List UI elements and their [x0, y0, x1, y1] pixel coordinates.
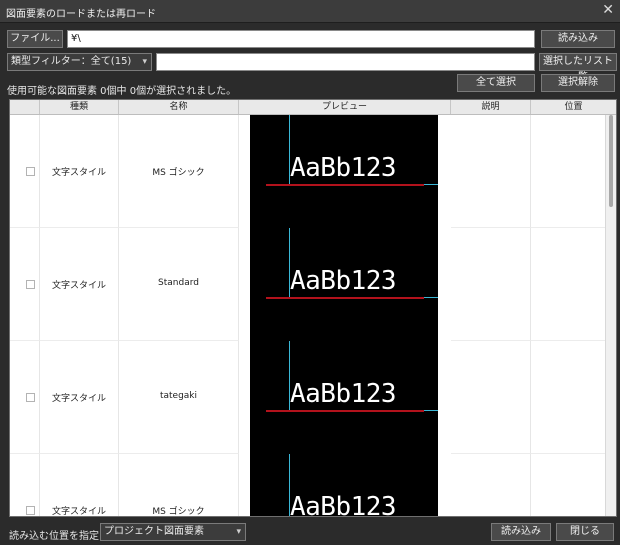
preview-sample-text: AaBb123: [290, 153, 397, 183]
preview-image: AaBb123: [250, 228, 438, 341]
header-description[interactable]: 説明: [451, 100, 531, 114]
position-cell: [531, 454, 606, 516]
table-row[interactable]: 文字スタイル tategaki AaBb123: [10, 341, 606, 454]
header-position[interactable]: 位置: [531, 100, 616, 114]
preview-cell: AaBb123: [239, 115, 451, 228]
window-title: 図面要素のロードまたは再ロード: [6, 9, 156, 20]
description-cell: [451, 454, 531, 516]
name-text: tategaki: [159, 391, 198, 401]
header-name[interactable]: 名称: [119, 100, 239, 114]
type-text: 文字スタイル: [51, 394, 106, 404]
table-header: 種類 名称 プレビュー 説明 位置: [10, 100, 616, 115]
chevron-down-icon: ▾: [142, 57, 147, 67]
preview-cell: AaBb123: [239, 454, 451, 516]
preview-cell: AaBb123: [239, 228, 451, 341]
row-checkbox[interactable]: [26, 393, 35, 402]
position-cell: [531, 341, 606, 454]
name-cell: MS ゴシック: [119, 454, 239, 516]
type-cell: 文字スタイル: [40, 454, 119, 516]
load-button[interactable]: 読み込み: [491, 523, 551, 541]
type-cell: 文字スタイル: [40, 341, 119, 454]
row-checkbox[interactable]: [26, 506, 35, 515]
load-top-button[interactable]: 読み込み: [541, 30, 615, 48]
name-cell: tategaki: [119, 341, 239, 454]
description-cell: [451, 341, 531, 454]
type-text: 文字スタイル: [51, 168, 106, 178]
table-row[interactable]: 文字スタイル MS ゴシック AaBb123: [10, 115, 606, 228]
type-text: 文字スタイル: [51, 281, 106, 291]
preview-cell: AaBb123: [239, 341, 451, 454]
title-bar: 図面要素のロードまたは再ロード ✕: [0, 0, 620, 23]
preview-image: AaBb123: [250, 341, 438, 454]
close-button[interactable]: 閉じる: [556, 523, 614, 541]
header-type[interactable]: 種類: [40, 100, 119, 114]
row-checkbox-cell: [10, 454, 40, 516]
path-field[interactable]: ¥\: [67, 30, 535, 48]
location-label: 読み込む位置を指定: [9, 531, 99, 542]
row-checkbox-cell: [10, 228, 40, 341]
description-cell: [451, 115, 531, 228]
select-all-button[interactable]: 全て選択: [457, 74, 535, 92]
type-cell: 文字スタイル: [40, 115, 119, 228]
type-text: 文字スタイル: [51, 507, 106, 516]
preview-sample-text: AaBb123: [290, 379, 397, 409]
description-cell: [451, 228, 531, 341]
clear-selection-button[interactable]: 選択解除: [541, 74, 615, 92]
preview-image: AaBb123: [250, 454, 438, 516]
preview-image: AaBb123: [250, 115, 438, 228]
location-value: プロジェクト図面要素: [104, 526, 204, 537]
table-body: 文字スタイル MS ゴシック AaBb123 文字スタイル Standard A…: [10, 115, 606, 516]
filter-text-field[interactable]: [156, 53, 535, 71]
row-checkbox-cell: [10, 341, 40, 454]
element-table: 種類 名称 プレビュー 説明 位置 文字スタイル MS ゴシック AaBb123: [9, 99, 617, 517]
vertical-scrollbar[interactable]: [605, 115, 616, 516]
header-preview[interactable]: プレビュー: [239, 100, 451, 114]
type-filter-label: 類型フィルター：全て(15): [11, 56, 132, 67]
chevron-down-icon: ▾: [236, 527, 241, 537]
file-button[interactable]: ファイル...: [7, 30, 63, 48]
type-filter-dropdown[interactable]: 類型フィルター：全て(15) ▾: [7, 53, 152, 71]
selection-info: 使用可能な図面要素 0個中 0個が選択されました。: [7, 86, 237, 97]
position-cell: [531, 228, 606, 341]
name-cell: MS ゴシック: [119, 115, 239, 228]
header-checkbox-col: [10, 100, 40, 114]
name-cell: Standard: [119, 228, 239, 341]
table-row[interactable]: 文字スタイル MS ゴシック AaBb123: [10, 454, 606, 516]
type-cell: 文字スタイル: [40, 228, 119, 341]
scrollbar-thumb[interactable]: [609, 115, 613, 207]
preview-sample-text: AaBb123: [290, 266, 397, 296]
row-checkbox[interactable]: [26, 167, 35, 176]
name-text: MS ゴシック: [152, 507, 205, 516]
row-checkbox-cell: [10, 115, 40, 228]
selected-list-button[interactable]: 選択したリスト一覧: [539, 53, 617, 83]
name-text: Standard: [158, 278, 199, 288]
preview-sample-text: AaBb123: [290, 492, 397, 516]
close-icon[interactable]: ✕: [602, 2, 614, 18]
row-checkbox[interactable]: [26, 280, 35, 289]
table-row[interactable]: 文字スタイル Standard AaBb123: [10, 228, 606, 341]
name-text: MS ゴシック: [152, 168, 205, 178]
location-dropdown[interactable]: プロジェクト図面要素 ▾: [100, 523, 246, 541]
position-cell: [531, 115, 606, 228]
